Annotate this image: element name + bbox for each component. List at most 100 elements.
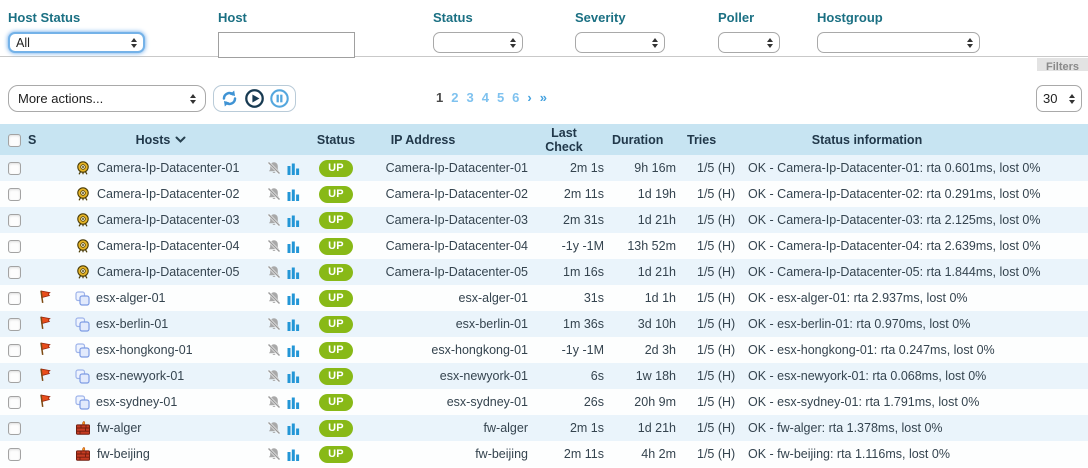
host-name[interactable]: esx-sydney-01 xyxy=(96,395,177,409)
performance-graph-icon[interactable] xyxy=(287,240,300,253)
vm-host-icon xyxy=(75,369,90,384)
play-icon[interactable] xyxy=(243,87,266,110)
performance-graph-icon[interactable] xyxy=(287,370,300,383)
host-name[interactable]: Camera-Ip-Datacenter-02 xyxy=(97,187,239,201)
row-checkbox[interactable] xyxy=(8,188,21,201)
row-checkbox[interactable] xyxy=(8,448,21,461)
table-row: esx-alger-01 UP esx-alger-01 31s 1d xyxy=(0,285,1088,311)
performance-graph-icon[interactable] xyxy=(287,422,300,435)
select-arrows-icon xyxy=(652,38,658,48)
status-select[interactable] xyxy=(433,32,523,53)
more-actions-value: More actions... xyxy=(18,91,103,106)
column-header-hosts[interactable]: Hosts xyxy=(62,124,260,155)
last-page-icon[interactable]: » xyxy=(540,90,547,105)
performance-graph-icon[interactable] xyxy=(287,188,300,201)
table-row: Camera-Ip-Datacenter-04 UP Camera-Ip-Dat… xyxy=(0,233,1088,259)
notifications-muted-bell-icon xyxy=(266,265,282,279)
tries-cell: 1/5 (H) xyxy=(684,207,746,233)
host-name[interactable]: Camera-Ip-Datacenter-05 xyxy=(97,265,239,279)
performance-graph-icon[interactable] xyxy=(287,214,300,227)
status-badge: UP xyxy=(319,342,353,359)
performance-graph-icon[interactable] xyxy=(287,396,300,409)
page-number-2[interactable]: 2 xyxy=(451,90,458,105)
row-checkbox[interactable] xyxy=(8,344,21,357)
poller-select[interactable] xyxy=(718,32,780,53)
host-name[interactable]: fw-alger xyxy=(97,421,141,435)
page-size-select[interactable]: 30 xyxy=(1036,85,1082,112)
select-all-checkbox[interactable] xyxy=(8,134,21,147)
last-check-cell: 2m 11s xyxy=(536,441,612,467)
performance-graph-icon[interactable] xyxy=(287,266,300,279)
host-name[interactable]: esx-newyork-01 xyxy=(96,369,184,383)
host-input[interactable] xyxy=(218,32,355,58)
host-status-value: All xyxy=(16,36,30,50)
column-header-status-information[interactable]: Status information xyxy=(746,124,1088,155)
hostgroup-select[interactable] xyxy=(817,32,980,53)
refresh-icon[interactable] xyxy=(218,87,241,110)
status-badge: UP xyxy=(319,290,353,307)
host-name[interactable]: Camera-Ip-Datacenter-04 xyxy=(97,239,239,253)
performance-graph-icon[interactable] xyxy=(287,344,300,357)
row-checkbox[interactable] xyxy=(8,214,21,227)
column-header-severity[interactable]: S xyxy=(28,124,62,155)
host-name[interactable]: Camera-Ip-Datacenter-01 xyxy=(97,161,239,175)
page-number-1[interactable]: 1 xyxy=(436,90,443,105)
more-actions-select[interactable]: More actions... xyxy=(8,85,206,112)
column-header-last-check[interactable]: Last Check xyxy=(536,124,612,155)
duration-cell: 9h 16m xyxy=(612,155,684,181)
poller-label: Poller xyxy=(718,10,780,25)
ip-address-cell: Camera-Ip-Datacenter-01 xyxy=(366,155,536,181)
severity-flag-icon xyxy=(38,342,52,356)
row-checkbox[interactable] xyxy=(8,240,21,253)
sort-chevron-down-icon xyxy=(175,136,186,144)
duration-cell: 3d 10h xyxy=(612,311,684,337)
host-name[interactable]: Camera-Ip-Datacenter-03 xyxy=(97,213,239,227)
row-checkbox[interactable] xyxy=(8,422,21,435)
host-name[interactable]: esx-berlin-01 xyxy=(96,317,168,331)
status-badge: UP xyxy=(319,368,353,385)
column-header-ip[interactable]: IP Address xyxy=(366,124,536,155)
notifications-muted-bell-icon xyxy=(266,369,282,383)
notifications-muted-bell-icon xyxy=(266,161,282,175)
column-header-status[interactable]: Status xyxy=(306,124,366,155)
tries-cell: 1/5 (H) xyxy=(684,389,746,415)
column-header-tries[interactable]: Tries xyxy=(684,124,746,155)
row-checkbox[interactable] xyxy=(8,370,21,383)
notifications-muted-bell-icon xyxy=(266,187,282,201)
row-checkbox[interactable] xyxy=(8,162,21,175)
performance-graph-icon[interactable] xyxy=(287,162,300,175)
camera-host-icon xyxy=(75,265,91,279)
duration-cell: 1w 18h xyxy=(612,363,684,389)
status-badge: UP xyxy=(319,186,353,203)
table-row: Camera-Ip-Datacenter-05 UP Camera-Ip-Dat… xyxy=(0,259,1088,285)
row-checkbox[interactable] xyxy=(8,318,21,331)
status-information-cell: OK - esx-hongkong-01: rta 0.247ms, lost … xyxy=(746,337,1088,363)
host-name[interactable]: fw-beijing xyxy=(97,447,150,461)
severity-flag-icon xyxy=(38,316,52,330)
host-name[interactable]: esx-alger-01 xyxy=(96,291,165,305)
row-checkbox[interactable] xyxy=(8,292,21,305)
tries-cell: 1/5 (H) xyxy=(684,181,746,207)
column-header-duration[interactable]: Duration xyxy=(612,124,684,155)
page-number-5[interactable]: 5 xyxy=(497,90,504,105)
severity-select[interactable] xyxy=(575,32,665,53)
next-page-icon[interactable]: › xyxy=(527,90,531,105)
performance-graph-icon[interactable] xyxy=(287,292,300,305)
row-checkbox[interactable] xyxy=(8,266,21,279)
status-information-cell: OK - esx-berlin-01: rta 0.970ms, lost 0% xyxy=(746,311,1088,337)
page-number-6[interactable]: 6 xyxy=(512,90,519,105)
status-information-cell: OK - esx-alger-01: rta 2.937ms, lost 0% xyxy=(746,285,1088,311)
status-information-cell: OK - esx-newyork-01: rta 0.068ms, lost 0… xyxy=(746,363,1088,389)
duration-cell: 1d 21h xyxy=(612,207,684,233)
host-name[interactable]: esx-hongkong-01 xyxy=(96,343,193,357)
performance-graph-icon[interactable] xyxy=(287,318,300,331)
performance-graph-icon[interactable] xyxy=(287,448,300,461)
pause-icon[interactable] xyxy=(268,87,291,110)
severity-flag-icon xyxy=(38,290,52,304)
vm-host-icon xyxy=(75,395,90,410)
row-checkbox[interactable] xyxy=(8,396,21,409)
status-label: Status xyxy=(433,10,523,25)
page-number-3[interactable]: 3 xyxy=(466,90,473,105)
page-number-4[interactable]: 4 xyxy=(482,90,489,105)
host-status-select[interactable]: All xyxy=(8,32,145,53)
